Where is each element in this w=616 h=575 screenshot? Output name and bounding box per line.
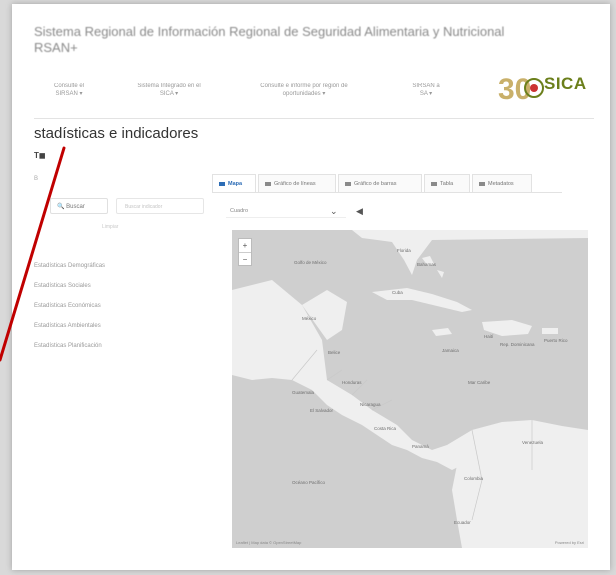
map-label: Costa Rica	[374, 426, 397, 431]
south-america-land	[447, 420, 588, 548]
indicator-filter-input[interactable]: Buscar indicador	[116, 198, 204, 214]
chevron-down-icon[interactable]: ⌄	[330, 204, 338, 218]
tree-item[interactable]: Estadísticas Sociales	[34, 276, 214, 296]
tree-item[interactable]: Estadísticas Demográficas	[34, 256, 214, 276]
tree-item[interactable]: Estadísticas Planificación	[34, 336, 214, 356]
page-title: stadísticas e indicadores	[34, 125, 199, 142]
line-chart-icon	[265, 181, 271, 186]
nav-item-sirsan[interactable]: SIRSAN a SA ▾	[396, 82, 456, 98]
tree-item[interactable]: Estadísticas Ambientales	[34, 316, 214, 336]
map-label: Belice	[328, 350, 341, 355]
map-label: Rep. Dominicana	[500, 342, 535, 347]
info-icon	[479, 181, 485, 186]
bahamas-land	[422, 256, 444, 278]
clear-link[interactable]: Limpiar	[102, 224, 118, 230]
site-title: Sistema Regional de Información Regional…	[34, 24, 505, 55]
map-label: Florida	[397, 248, 411, 253]
map-label: Honduras	[342, 380, 362, 385]
indicator-tree: Estadísticas Demográficas Estadísticas S…	[34, 256, 214, 356]
map-label: El Salvador	[310, 408, 334, 413]
cuba-land	[372, 288, 472, 312]
map-basemap	[232, 230, 588, 548]
map-label: Cuba	[392, 290, 403, 295]
map-label: Colombia	[464, 476, 484, 481]
zoom-in-button[interactable]: +	[239, 239, 251, 252]
header-divider	[34, 118, 594, 119]
tab-line-chart[interactable]: Gráfico de líneas	[258, 174, 336, 192]
puerto-rico-land	[542, 328, 558, 334]
nav-item-sistema[interactable]: Sistema Integrado en el SICA ▾	[114, 82, 224, 98]
map-attribution[interactable]: Leaflet | Map data © OpenStreetMap	[236, 540, 301, 545]
map-controls: Cuadro ⌄ ◀	[226, 204, 376, 218]
section-subtitle: T◼	[34, 151, 46, 160]
map-label: Puerto Rico	[544, 338, 568, 343]
map-label: Océano Pacífico	[292, 480, 326, 485]
play-icon[interactable]: ◀	[356, 204, 363, 218]
indicator-sidebar: B 🔍 Buscar Buscar indicador Limpiar Esta…	[34, 174, 214, 374]
map-label: Nicaragua	[360, 402, 381, 407]
visualization-panel: Mapa Gráfico de líneas Gráfico de barras…	[212, 172, 590, 554]
map-label: México	[302, 316, 317, 321]
usa-land	[352, 230, 588, 275]
zoom-control: + −	[238, 238, 252, 266]
tab-table[interactable]: Tabla	[424, 174, 470, 192]
search-icon: 🔍	[57, 204, 65, 210]
tab-bar-chart[interactable]: Gráfico de barras	[338, 174, 422, 192]
map-label: Haití	[484, 334, 494, 339]
svg-text:30: 30	[498, 73, 531, 106]
jamaica-land	[432, 328, 452, 336]
sica-logo[interactable]: 30 SICA	[496, 68, 588, 108]
map-label: Ecuador	[454, 520, 471, 525]
map-label: Jamaica	[442, 348, 459, 353]
zoom-out-button[interactable]: −	[239, 252, 251, 266]
central-america-land	[232, 280, 462, 470]
view-tabs: Mapa Gráfico de líneas Gráfico de barras…	[212, 172, 562, 193]
map-label: Bahamas	[417, 262, 437, 267]
map-label: Mar Caribe	[468, 380, 491, 385]
page-container: Sistema Regional de Información Regional…	[12, 4, 610, 570]
nav-item-informe[interactable]: Consulte e informe por región de oportun…	[234, 82, 374, 98]
table-icon	[431, 181, 437, 186]
bar-chart-icon	[345, 181, 351, 186]
map-attribution-provider[interactable]: Powered by Esri	[555, 540, 584, 545]
nav-item-consulte[interactable]: Consulte el SIRSAN ▾	[34, 82, 104, 98]
sica-logo-text: SICA	[544, 74, 587, 93]
search-button[interactable]: 🔍 Buscar	[50, 198, 108, 214]
tree-item[interactable]: Estadísticas Económicas	[34, 296, 214, 316]
tab-metadata[interactable]: Metadatos	[472, 174, 532, 192]
sidebar-hint: B	[34, 176, 39, 182]
tab-map[interactable]: Mapa	[212, 174, 256, 192]
map-label: Guatemala	[292, 390, 315, 395]
map-view[interactable]: + − Florida Bahamas Cuba Golfo de México…	[232, 230, 588, 548]
map-icon	[219, 181, 225, 186]
map-label: Panamá	[412, 444, 429, 449]
map-label: Venezuela	[522, 440, 544, 445]
layer-select[interactable]: Cuadro	[226, 204, 346, 218]
map-label: Golfo de México	[294, 260, 327, 265]
anniversary-30-icon: 30	[498, 73, 544, 106]
